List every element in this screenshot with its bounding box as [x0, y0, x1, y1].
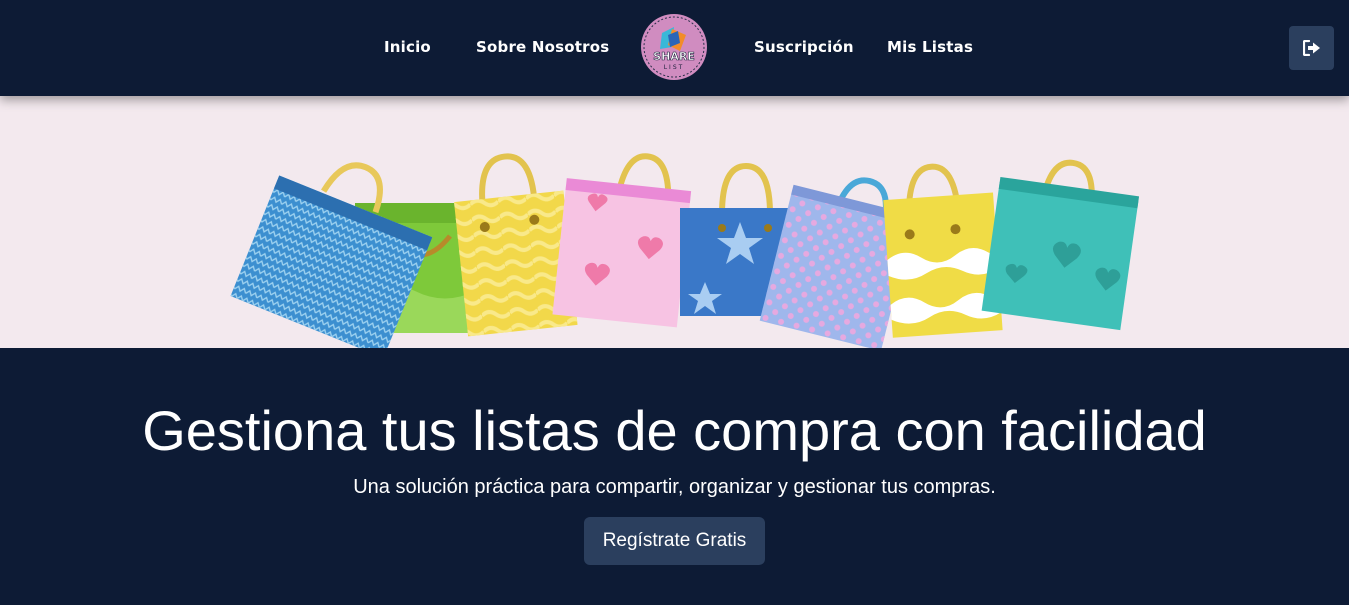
nav-link-sobre-nosotros[interactable]: Sobre Nosotros	[476, 38, 609, 56]
register-free-button[interactable]: Regístrate Gratis	[584, 517, 765, 565]
sharelist-logo[interactable]: SHARE LIST	[640, 13, 708, 81]
logout-button[interactable]	[1289, 26, 1334, 70]
nav-link-suscripcion[interactable]: Suscripción	[754, 38, 854, 56]
hero-banner	[0, 96, 1349, 348]
nav-link-inicio[interactable]: Inicio	[384, 38, 431, 56]
navbar: Inicio Sobre Nosotros SHARE LIST Suscrip…	[0, 0, 1349, 96]
page-subtitle: Una solución práctica para compartir, or…	[353, 476, 996, 498]
pink-hearts-bag	[552, 153, 692, 328]
shopping-bags-illustration	[230, 153, 1140, 348]
teal-hearts-bag	[981, 159, 1140, 331]
logo-text-list: LIST	[664, 64, 685, 71]
logo-text-share: SHARE	[653, 50, 695, 63]
sign-out-icon	[1302, 40, 1320, 56]
main-content: Gestiona tus listas de compra con facili…	[0, 348, 1349, 605]
page-headline: Gestiona tus listas de compra con facili…	[142, 399, 1207, 462]
yellow-white-wave-bag	[883, 163, 1003, 338]
nav-link-mis-listas[interactable]: Mis Listas	[887, 38, 973, 56]
